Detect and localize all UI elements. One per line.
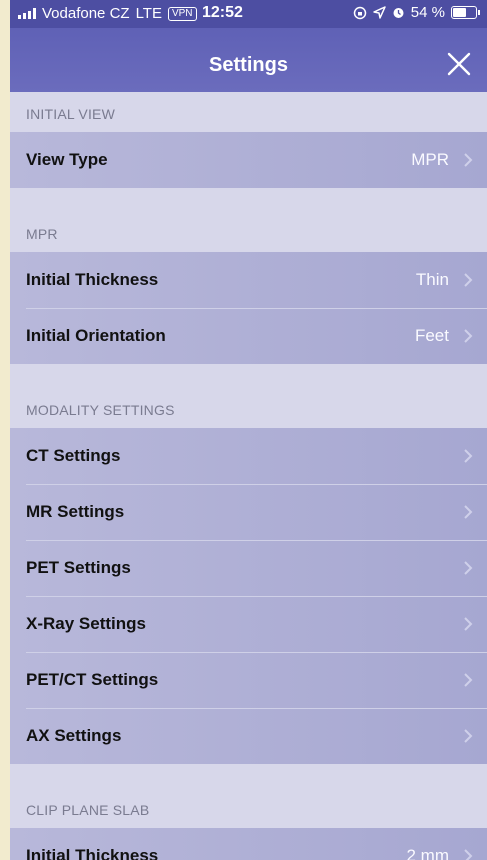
row-value: MPR [411,150,449,169]
status-left: Vodafone CZ LTE VPN [18,5,197,22]
clip-initial-thickness-row[interactable]: Initial Thickness 2 mm [10,828,487,860]
chevron-right-icon [464,449,473,463]
chevron-right-icon [464,153,473,167]
section-header-label: INITIAL VIEW [26,106,116,122]
chevron-right-icon [464,849,473,860]
xray-settings-row[interactable]: X-Ray Settings [10,596,487,652]
status-time: 12:52 [202,4,243,21]
section-header-mpr: MPR [10,188,487,252]
mr-settings-row[interactable]: MR Settings [10,484,487,540]
network-type: LTE [135,5,162,22]
chevron-right-icon [464,505,473,519]
row-value: Thin [415,270,449,289]
settings-list: INITIAL VIEW View Type MPR MPR Initial T… [10,92,487,860]
chevron-right-icon [464,561,473,575]
row-label: X-Ray Settings [26,614,146,633]
row-label: PET Settings [26,558,131,577]
pet-settings-row[interactable]: PET Settings [10,540,487,596]
row-label: Initial Orientation [26,326,166,345]
row-value: Feet [414,326,449,345]
status-right: 54 % [353,4,480,21]
close-icon[interactable] [445,50,473,78]
rotation-lock-icon [353,6,367,19]
section-header-label: MPR [26,226,58,242]
location-icon [373,6,386,19]
row-label: AX Settings [26,726,122,745]
status-bar: Vodafone CZ LTE VPN 12:52 54 % [10,0,487,28]
row-label: MR Settings [26,502,125,521]
section-header-modality-settings: MODALITY SETTINGS [10,364,487,428]
alarm-icon [393,8,404,18]
chevron-right-icon [464,617,473,631]
petct-settings-row[interactable]: PET/CT Settings [10,652,487,708]
chevron-right-icon [464,673,473,687]
row-label: Initial Thickness [26,270,159,289]
mpr-initial-thickness-row[interactable]: Initial Thickness Thin [10,252,487,308]
settings-screen: Vodafone CZ LTE VPN 12:52 54 % Settings … [10,0,487,860]
signal-icon [18,8,36,19]
row-label: Initial Thickness [26,846,159,860]
navigation-bar: Settings [10,28,487,92]
page-title: Settings [209,54,288,76]
row-label: CT Settings [26,446,121,465]
row-value: 2 mm [406,846,450,860]
ax-settings-row[interactable]: AX Settings [10,708,487,764]
mpr-initial-orientation-row[interactable]: Initial Orientation Feet [10,308,487,364]
vpn-badge: VPN [167,6,197,21]
chevron-right-icon [464,273,473,287]
battery-icon [451,6,480,19]
view-type-row[interactable]: View Type MPR [10,132,487,188]
carrier-name: Vodafone CZ [42,5,130,22]
row-label: PET/CT Settings [26,670,159,689]
ct-settings-row[interactable]: CT Settings [10,428,487,484]
section-header-initial-view: INITIAL VIEW [10,92,487,132]
section-header-label: CLIP PLANE SLAB [26,802,150,818]
section-header-label: MODALITY SETTINGS [26,402,175,418]
section-header-clip-plane-slab: CLIP PLANE SLAB [10,764,487,828]
chevron-right-icon [464,729,473,743]
row-label: View Type [26,150,108,169]
chevron-right-icon [464,329,473,343]
battery-percent: 54 % [410,4,445,21]
